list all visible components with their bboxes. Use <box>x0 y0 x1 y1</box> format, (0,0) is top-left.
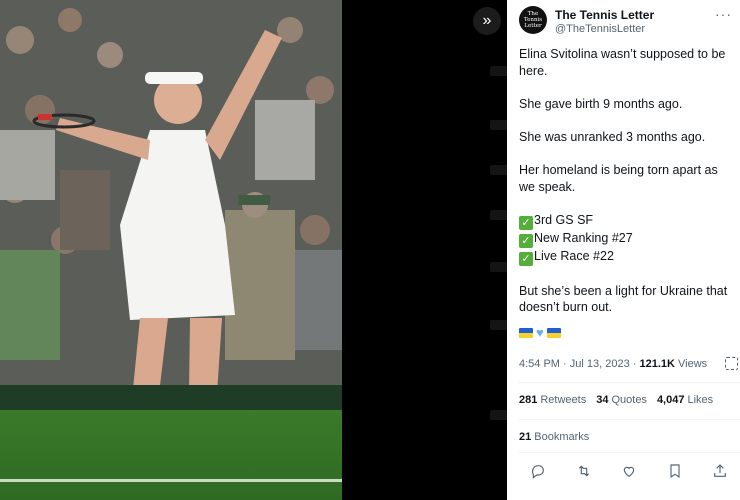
tweet-text: Elina Svitolina wasn’t supposed to be he… <box>519 46 734 341</box>
bookmarks-stat[interactable]: 21 Bookmarks <box>519 431 589 443</box>
tweet-photo[interactable] <box>0 0 342 500</box>
share-button[interactable] <box>711 462 729 480</box>
tweet-line: She gave birth 9 months ago. <box>519 96 683 111</box>
crowd-background <box>0 0 342 420</box>
blue-heart-icon: ♥ <box>536 325 544 341</box>
author-name[interactable]: The Tennis Letter <box>555 8 654 22</box>
divider <box>519 452 740 453</box>
reply-icon <box>531 465 544 479</box>
tweet-panel: The Tennis Letter The Tennis Letter @The… <box>507 0 740 500</box>
heart-icon <box>623 466 635 478</box>
retweet-icon <box>578 465 589 477</box>
reply-button[interactable] <box>529 462 547 480</box>
background-item <box>490 262 508 272</box>
avatar-logo-text: The Tennis Letter <box>523 11 543 29</box>
court-line <box>0 479 342 482</box>
expand-panel-button[interactable]: » <box>473 7 501 35</box>
views-label: Views <box>678 358 708 370</box>
check-icon: ✓ <box>519 215 533 230</box>
background-item <box>490 165 508 175</box>
tweet-line: She was unranked 3 months ago. <box>519 129 706 144</box>
divider <box>519 419 740 420</box>
views-count: 121.1K <box>639 358 675 370</box>
bookmark-button[interactable] <box>666 462 684 480</box>
avatar[interactable]: The Tennis Letter <box>519 6 547 34</box>
tweet-author[interactable]: The Tennis Letter The Tennis Letter @The… <box>519 6 734 40</box>
chevrons-right-icon: » <box>482 12 492 29</box>
checklist-item: ✓ Live Race #22 <box>519 248 734 266</box>
divider <box>519 382 740 383</box>
tweet-date[interactable]: Jul 13, 2023 <box>570 358 630 370</box>
tweet-actions <box>529 462 729 480</box>
emoji-row: ♥ <box>519 325 734 341</box>
ukraine-flag-icon <box>546 328 561 339</box>
check-icon: ✓ <box>519 233 533 248</box>
background-item <box>490 210 508 220</box>
background-item <box>490 410 508 420</box>
check-icon: ✓ <box>519 251 533 266</box>
likes-stat[interactable]: 4,047 Likes <box>657 394 713 406</box>
engagement-stats: 281 Retweets 34 Quotes 4,047 Likes <box>519 394 713 406</box>
grass-court <box>0 410 342 500</box>
checklist-item: ✓ New Ranking #27 <box>519 230 734 248</box>
retweet-button[interactable] <box>575 462 593 480</box>
bookmark-icon <box>669 464 680 479</box>
tweet-line: Elina Svitolina wasn’t supposed to be he… <box>519 47 726 78</box>
ukraine-flag-icon <box>519 328 533 339</box>
tweet-meta: 4:54 PM · Jul 13, 2023 · 121.1K Views <box>519 358 708 370</box>
analytics-icon[interactable] <box>725 357 738 370</box>
quotes-stat[interactable]: 34 Quotes <box>596 394 647 406</box>
author-handle[interactable]: @TheTennisLetter <box>555 23 645 35</box>
background-item <box>490 320 508 330</box>
share-icon <box>714 464 726 477</box>
background-timeline <box>342 0 507 500</box>
more-icon[interactable]: ··· <box>715 6 732 22</box>
tweet-line: Her homeland is being torn apart as we s… <box>519 163 718 194</box>
tweet-time[interactable]: 4:54 PM <box>519 358 560 370</box>
checklist-item: ✓ 3rd GS SF <box>519 212 734 230</box>
retweets-stat[interactable]: 281 Retweets <box>519 394 586 406</box>
like-button[interactable] <box>620 462 638 480</box>
background-item <box>490 66 508 76</box>
background-item <box>490 120 508 130</box>
tweet-line: But she’s been a light for Ukraine that … <box>519 283 728 315</box>
